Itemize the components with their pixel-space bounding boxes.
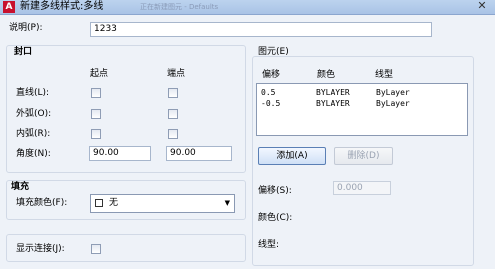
color-swatch (95, 199, 103, 207)
line-end-checkbox[interactable] (168, 88, 178, 98)
elements-color-header: 颜色 (317, 70, 336, 80)
fill-group-title: 填充 (11, 182, 30, 192)
element-row-color[interactable]: BYLAYER (316, 88, 350, 97)
element-row-linetype[interactable]: ByLayer (376, 88, 410, 97)
element-row-offset[interactable]: 0.5 (261, 88, 275, 97)
inner-arc-end-checkbox[interactable] (168, 129, 178, 139)
element-linetype-label: 线型: (258, 240, 280, 250)
display-joints-label: 显示连接(J): (16, 244, 65, 254)
elements-offset-header: 偏移 (262, 70, 281, 80)
description-label: 说明(P): (9, 23, 43, 33)
element-row-linetype[interactable]: ByLayer (376, 99, 410, 108)
background-window-title: 正在新建图元 - Defaults (140, 3, 219, 11)
element-row-offset[interactable]: -0.5 (261, 99, 280, 108)
line-cap-label: 直线(L): (16, 88, 50, 98)
inner-arc-start-checkbox[interactable] (91, 129, 101, 139)
delete-element-button[interactable]: 删除(D) (334, 147, 393, 165)
line-start-checkbox[interactable] (91, 88, 101, 98)
caps-end-header: 端点 (167, 69, 186, 79)
chevron-down-icon: ▼ (224, 199, 230, 207)
angle-end-input[interactable]: 90.00 (166, 146, 232, 161)
fill-color-label: 填充颜色(F): (16, 198, 68, 208)
app-logo-icon: A (3, 1, 15, 13)
element-color-label: 颜色(C): (258, 213, 293, 223)
elements-group-title: 图元(E) (258, 47, 289, 57)
window-title: 新建多线样式:多线 (20, 1, 104, 12)
outer-arc-label: 外弧(O): (16, 109, 52, 119)
description-input[interactable]: 1233 (90, 22, 432, 37)
fill-color-select[interactable]: 无 ▼ (90, 194, 235, 213)
title-bar: A 新建多线样式:多线 正在新建图元 - Defaults ✕ (0, 0, 495, 15)
outer-arc-end-checkbox[interactable] (168, 109, 178, 119)
angle-label: 角度(N): (16, 149, 51, 159)
add-element-button[interactable]: 添加(A) (258, 147, 326, 165)
caps-start-header: 起点 (90, 69, 109, 79)
element-offset-input[interactable]: 0.000 (333, 181, 391, 195)
caps-group-title: 封口 (14, 47, 33, 57)
outer-arc-start-checkbox[interactable] (91, 109, 101, 119)
elements-linetype-header: 线型 (375, 70, 394, 80)
close-icon[interactable]: ✕ (475, 0, 489, 12)
angle-start-input[interactable]: 90.00 (89, 146, 151, 161)
element-offset-label: 偏移(S): (258, 186, 292, 196)
element-row-color[interactable]: BYLAYER (316, 99, 350, 108)
fill-color-value: 无 (109, 198, 119, 208)
inner-arc-label: 内弧(R): (16, 129, 51, 139)
elements-list[interactable]: 0.5 BYLAYER ByLayer -0.5 BYLAYER ByLayer (256, 83, 468, 136)
display-joints-checkbox[interactable] (91, 244, 101, 254)
